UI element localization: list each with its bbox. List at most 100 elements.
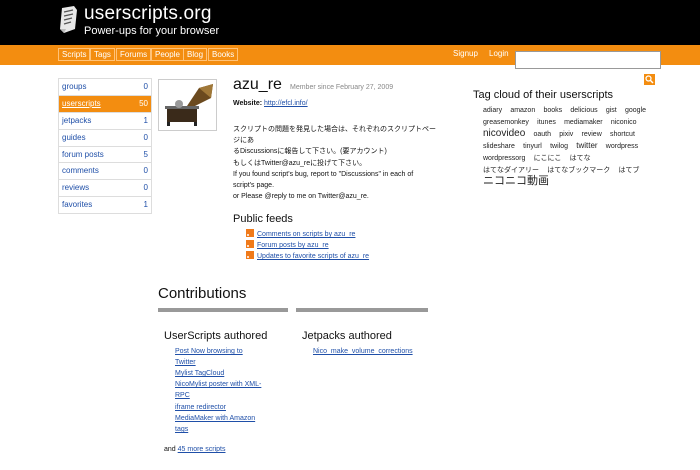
sidebar-item-label[interactable]: userscripts — [62, 99, 101, 108]
sidebar-item-jetpacks[interactable]: jetpacks 1 — [59, 112, 151, 130]
feed-item[interactable]: Updates to favorite scripts of azu_re — [246, 251, 369, 261]
feed-link-forum-posts[interactable]: Forum posts by azu_re — [257, 242, 329, 249]
jetpacks-authored-heading: Jetpacks authored — [302, 330, 392, 342]
avatar — [158, 79, 217, 131]
tag-link[interactable]: greasemonkey — [483, 119, 529, 126]
tag-link[interactable]: amazon — [510, 107, 535, 114]
sidebar-item-label[interactable]: forum posts — [62, 150, 104, 159]
sidebar-item-forum-posts[interactable]: forum posts 5 — [59, 146, 151, 164]
nav-books[interactable]: Books — [208, 48, 239, 61]
profile-username: azu_re — [233, 76, 282, 93]
bio-line: スクリプトの問題を発見した場合は、それぞれのスクリプトページにあ — [233, 126, 436, 145]
bio-line: script's page. — [233, 182, 275, 190]
login-link[interactable]: Login — [489, 49, 509, 58]
sidebar-item-label[interactable]: comments — [62, 166, 99, 175]
sidebar-item-comments[interactable]: comments 0 — [59, 163, 151, 181]
website-link[interactable]: http://efcl.info/ — [264, 100, 308, 107]
sidebar-item-guides[interactable]: guides 0 — [59, 129, 151, 147]
sidebar-item-label[interactable]: guides — [62, 133, 86, 142]
nav-people[interactable]: People — [151, 48, 184, 61]
script-link[interactable]: Mylist TagCloud — [175, 370, 224, 377]
tag-link[interactable]: ニコニコ動画 — [483, 175, 549, 187]
script-link[interactable]: NicoMylist poster with XML- — [175, 381, 261, 388]
script-link[interactable]: iframe redirector — [175, 404, 226, 411]
tag-link[interactable]: shortcut — [610, 131, 635, 138]
tag-link[interactable]: twilog — [550, 143, 568, 150]
tag-link[interactable]: itunes — [537, 119, 556, 126]
sidebar-item-label[interactable]: reviews — [62, 183, 89, 192]
tag-link[interactable]: niconico — [611, 119, 637, 126]
rss-icon — [246, 229, 254, 237]
script-item: iframe redirector — [175, 402, 275, 413]
nav-blog[interactable]: Blog — [183, 48, 208, 61]
tag-link[interactable]: nicovideo — [483, 128, 525, 139]
sidebar-item-reviews[interactable]: reviews 0 — [59, 180, 151, 198]
sidebar-item-userscripts[interactable]: userscripts 50 — [59, 95, 151, 113]
nav-tags[interactable]: Tags — [90, 48, 115, 61]
script-link[interactable]: Twitter — [175, 359, 196, 366]
tag-link[interactable]: はてな — [570, 155, 591, 162]
tag-link[interactable]: はてなダイアリー — [483, 167, 539, 174]
sidebar-item-count: 0 — [143, 183, 148, 193]
tag-link[interactable]: slideshare — [483, 143, 515, 150]
tag-link[interactable]: google — [625, 107, 646, 114]
nav-forums[interactable]: Forums — [116, 48, 152, 61]
profile-bio: スクリプトの問題を発見した場合は、それぞれのスクリプトページにあ るDiscus… — [233, 124, 438, 202]
script-link[interactable]: tags — [175, 426, 188, 433]
sidebar-item-label[interactable]: jetpacks — [62, 116, 91, 125]
sidebar-item-count: 0 — [143, 132, 148, 142]
bio-line: or Please @reply to me on Twitter@azu_re… — [233, 193, 369, 201]
script-item: NicoMylist poster with XML- RPC — [175, 379, 275, 401]
tag-link[interactable]: wordpress — [606, 143, 638, 150]
sidebar-item-groups[interactable]: groups 0 — [59, 79, 151, 96]
bio-line: If you found script's bug, report to "Di… — [233, 170, 414, 178]
tag-link[interactable]: gist — [606, 107, 617, 114]
tag-link[interactable]: にこにこ — [534, 155, 562, 162]
script-link[interactable]: RPC — [175, 392, 190, 399]
site-name[interactable]: userscripts.org — [84, 3, 212, 25]
sidebar-item-label[interactable]: favorites — [62, 200, 92, 209]
sidebar-item-favorites[interactable]: favorites 1 — [59, 197, 151, 215]
signup-link[interactable]: Signup — [453, 49, 478, 58]
rss-icon — [246, 251, 254, 259]
tag-link[interactable]: tinyurl — [523, 143, 542, 150]
script-item: Mylist TagCloud — [175, 368, 275, 379]
tag-cloud-heading: Tag cloud of their userscripts — [473, 89, 614, 101]
feed-link-comments[interactable]: Comments on scripts by azu_re — [257, 231, 355, 238]
nav-scripts[interactable]: Scripts — [58, 48, 91, 61]
more-scripts-link[interactable]: 45 more scripts — [178, 446, 226, 453]
more-scripts-row: and 45 more scripts — [164, 446, 226, 453]
rss-icon — [246, 240, 254, 248]
tag-link[interactable]: wordpressorg — [483, 155, 525, 162]
contributions-heading: Contributions — [158, 285, 247, 302]
search-button[interactable] — [644, 74, 655, 85]
gramophone-image — [165, 84, 213, 126]
tag-link[interactable]: はてなブックマーク — [547, 167, 610, 174]
sidebar-item-count: 1 — [143, 200, 148, 210]
sidebar-item-label[interactable]: groups — [62, 82, 86, 91]
tag-link[interactable]: delicious — [570, 107, 597, 114]
tag-link[interactable]: books — [543, 107, 562, 114]
tag-link[interactable]: pixiv — [559, 131, 573, 138]
feed-link-favorites[interactable]: Updates to favorite scripts of azu_re — [257, 253, 369, 260]
tag-link[interactable]: mediamaker — [564, 119, 603, 126]
sidebar-item-count: 50 — [139, 98, 148, 108]
script-link[interactable]: Post Now browsing to — [175, 348, 243, 355]
script-item: Post Now browsing to Twitter — [175, 346, 275, 368]
member-since: Member since February 27, 2009 — [290, 84, 394, 91]
tag-link[interactable]: はてブ — [618, 167, 639, 174]
feed-item[interactable]: Comments on scripts by azu_re — [246, 229, 355, 239]
script-link[interactable]: MediaMaker with Amazon — [175, 415, 255, 422]
tag-link[interactable]: oauth — [534, 131, 552, 138]
website-label: Website: — [233, 100, 263, 107]
feed-item[interactable]: Forum posts by azu_re — [246, 240, 329, 250]
tag-link[interactable]: review — [582, 131, 602, 138]
sidebar-item-count: 1 — [143, 115, 148, 125]
tag-link[interactable]: adiary — [483, 107, 502, 114]
tag-cloud: adiary amazon books delicious gist googl… — [483, 104, 658, 187]
tag-link[interactable]: twitter — [576, 141, 597, 150]
logo-scroll-icon[interactable] — [58, 5, 79, 35]
jetpack-link[interactable]: Nico_make_volume_corrections — [313, 348, 413, 355]
userscripts-authored-heading: UserScripts authored — [164, 330, 268, 342]
search-input[interactable] — [515, 51, 661, 69]
